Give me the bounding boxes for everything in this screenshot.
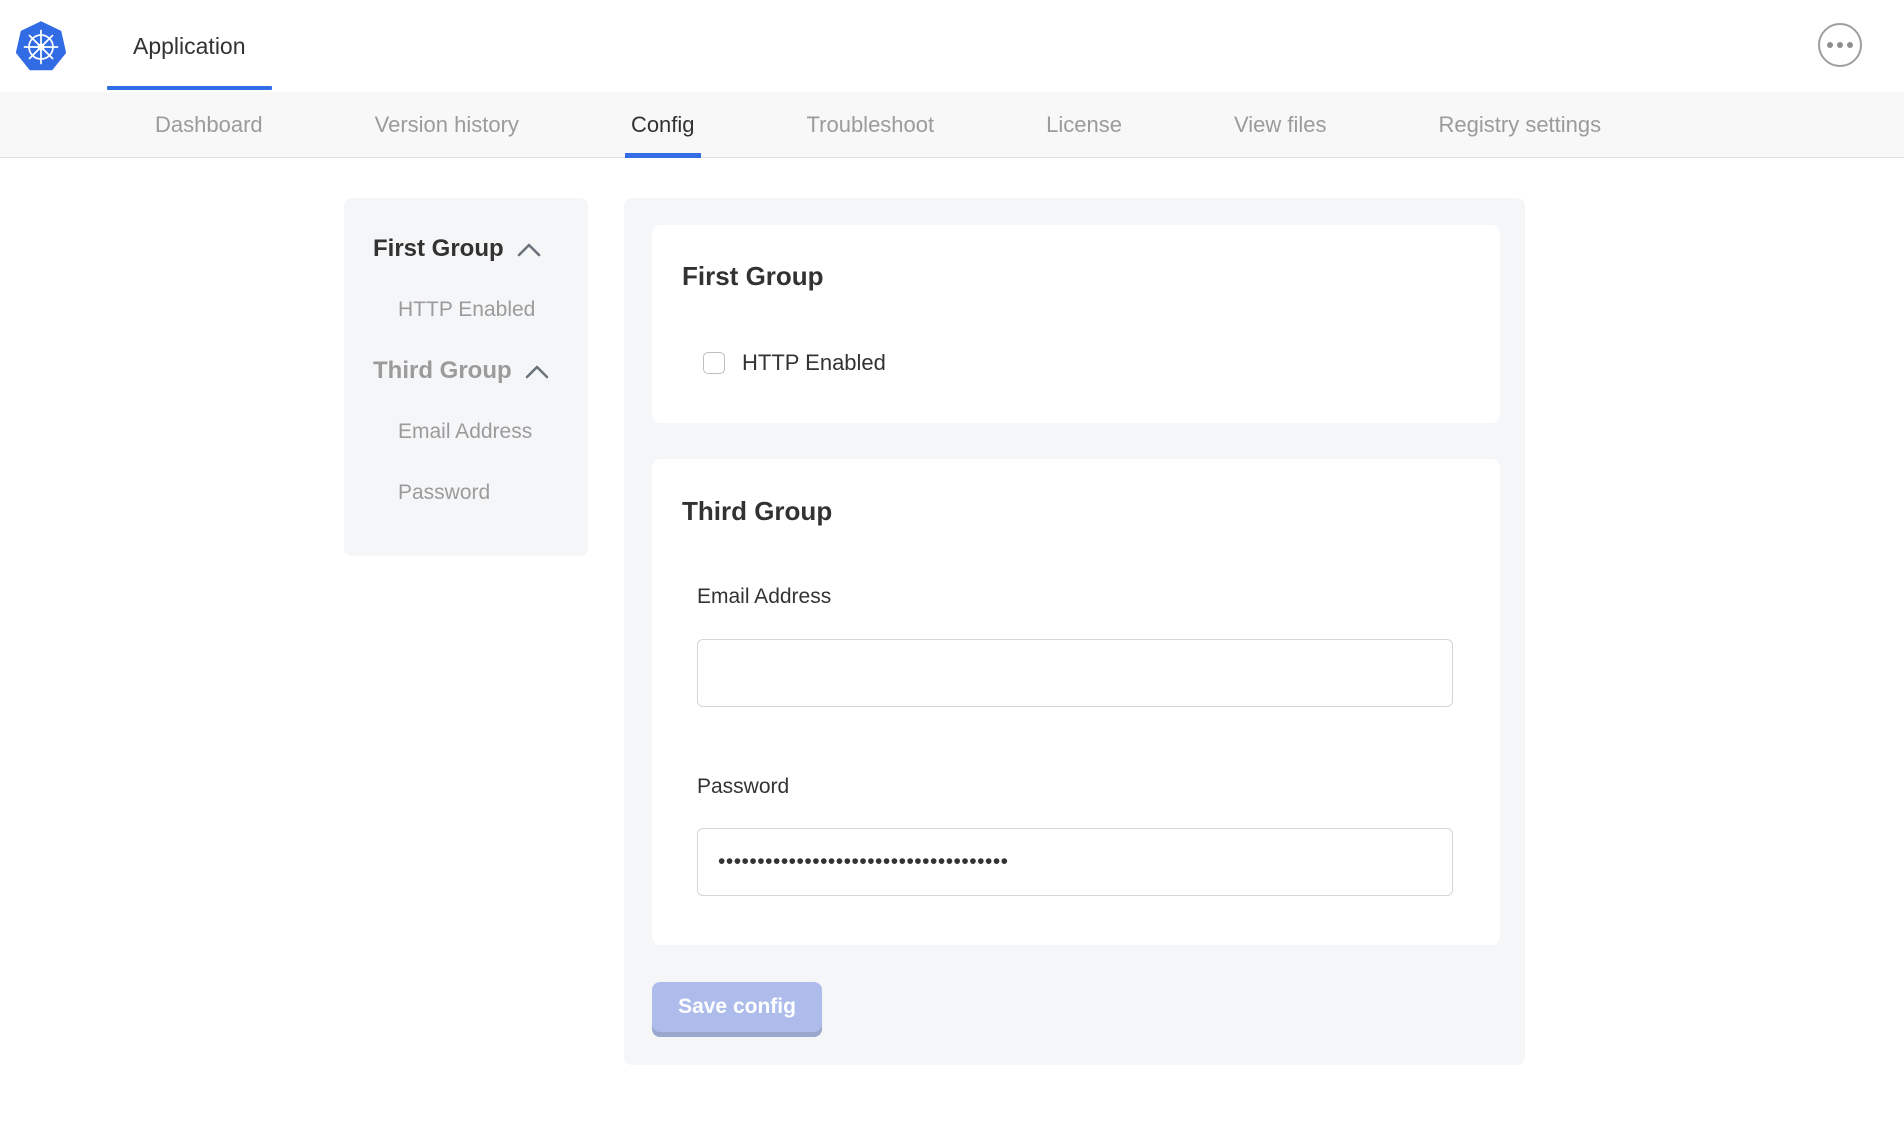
tab-config-label: Config (631, 112, 695, 138)
tab-version-history[interactable]: Version history (369, 92, 525, 157)
sidebar-item-http-enabled[interactable]: HTTP Enabled (344, 295, 588, 325)
group-title: Third Group (682, 496, 1470, 526)
sidebar-item-password[interactable]: Password (344, 478, 588, 508)
config-content-panel: First Group HTTP Enabled Third Group Ema… (624, 198, 1525, 1065)
kots-admin-console: Application Dashboard Version history Co… (0, 0, 1904, 1122)
sidebar-item-label: Password (398, 481, 490, 505)
active-tab-underline (107, 86, 272, 90)
password-label: Password (697, 775, 1470, 799)
subnav-tabs: Dashboard Version history Config Trouble… (0, 92, 1904, 157)
tab-dashboard[interactable]: Dashboard (149, 92, 269, 157)
chevron-up-icon (524, 363, 550, 380)
kubernetes-logo-icon[interactable] (16, 20, 66, 72)
email-address-input[interactable] (697, 639, 1453, 707)
tab-license[interactable]: License (1040, 92, 1128, 157)
chevron-up-icon (516, 241, 542, 258)
email-address-label: Email Address (697, 585, 1470, 609)
tab-registry-settings[interactable]: Registry settings (1433, 92, 1608, 157)
active-tab-underline (625, 153, 701, 158)
config-group-sidebar: First Group HTTP Enabled Third Group Ema… (344, 198, 588, 556)
sidebar-group-first-group[interactable]: First Group (344, 234, 588, 264)
app-tab-application[interactable]: Application (107, 0, 272, 92)
overflow-menu-button[interactable] (1818, 23, 1862, 67)
sidebar-group-third-group[interactable]: Third Group (344, 356, 588, 386)
group-title: First Group (682, 261, 1470, 291)
tab-config[interactable]: Config (625, 92, 701, 157)
app-tab-label: Application (133, 33, 246, 60)
sidebar-group-label: Third Group (373, 357, 512, 385)
sidebar-item-label: HTTP Enabled (398, 298, 535, 322)
app-subnav: Dashboard Version history Config Trouble… (0, 92, 1904, 158)
http-enabled-checkbox-label: HTTP Enabled (742, 351, 886, 375)
sidebar-item-email-address[interactable]: Email Address (344, 417, 588, 447)
http-enabled-checkbox[interactable] (703, 352, 725, 374)
config-group-card-third-group: Third Group Email Address Password (652, 459, 1500, 945)
save-config-button[interactable]: Save config (652, 982, 822, 1032)
sidebar-item-label: Email Address (398, 420, 532, 444)
tab-troubleshoot[interactable]: Troubleshoot (801, 92, 941, 157)
password-input[interactable] (697, 828, 1453, 896)
header: Application (0, 0, 1904, 92)
tab-view-files[interactable]: View files (1228, 92, 1333, 157)
ellipsis-icon (1827, 42, 1853, 48)
config-group-card-first-group: First Group HTTP Enabled (652, 225, 1500, 423)
sidebar-group-label: First Group (373, 235, 504, 263)
http-enabled-field: HTTP Enabled (703, 351, 1470, 375)
